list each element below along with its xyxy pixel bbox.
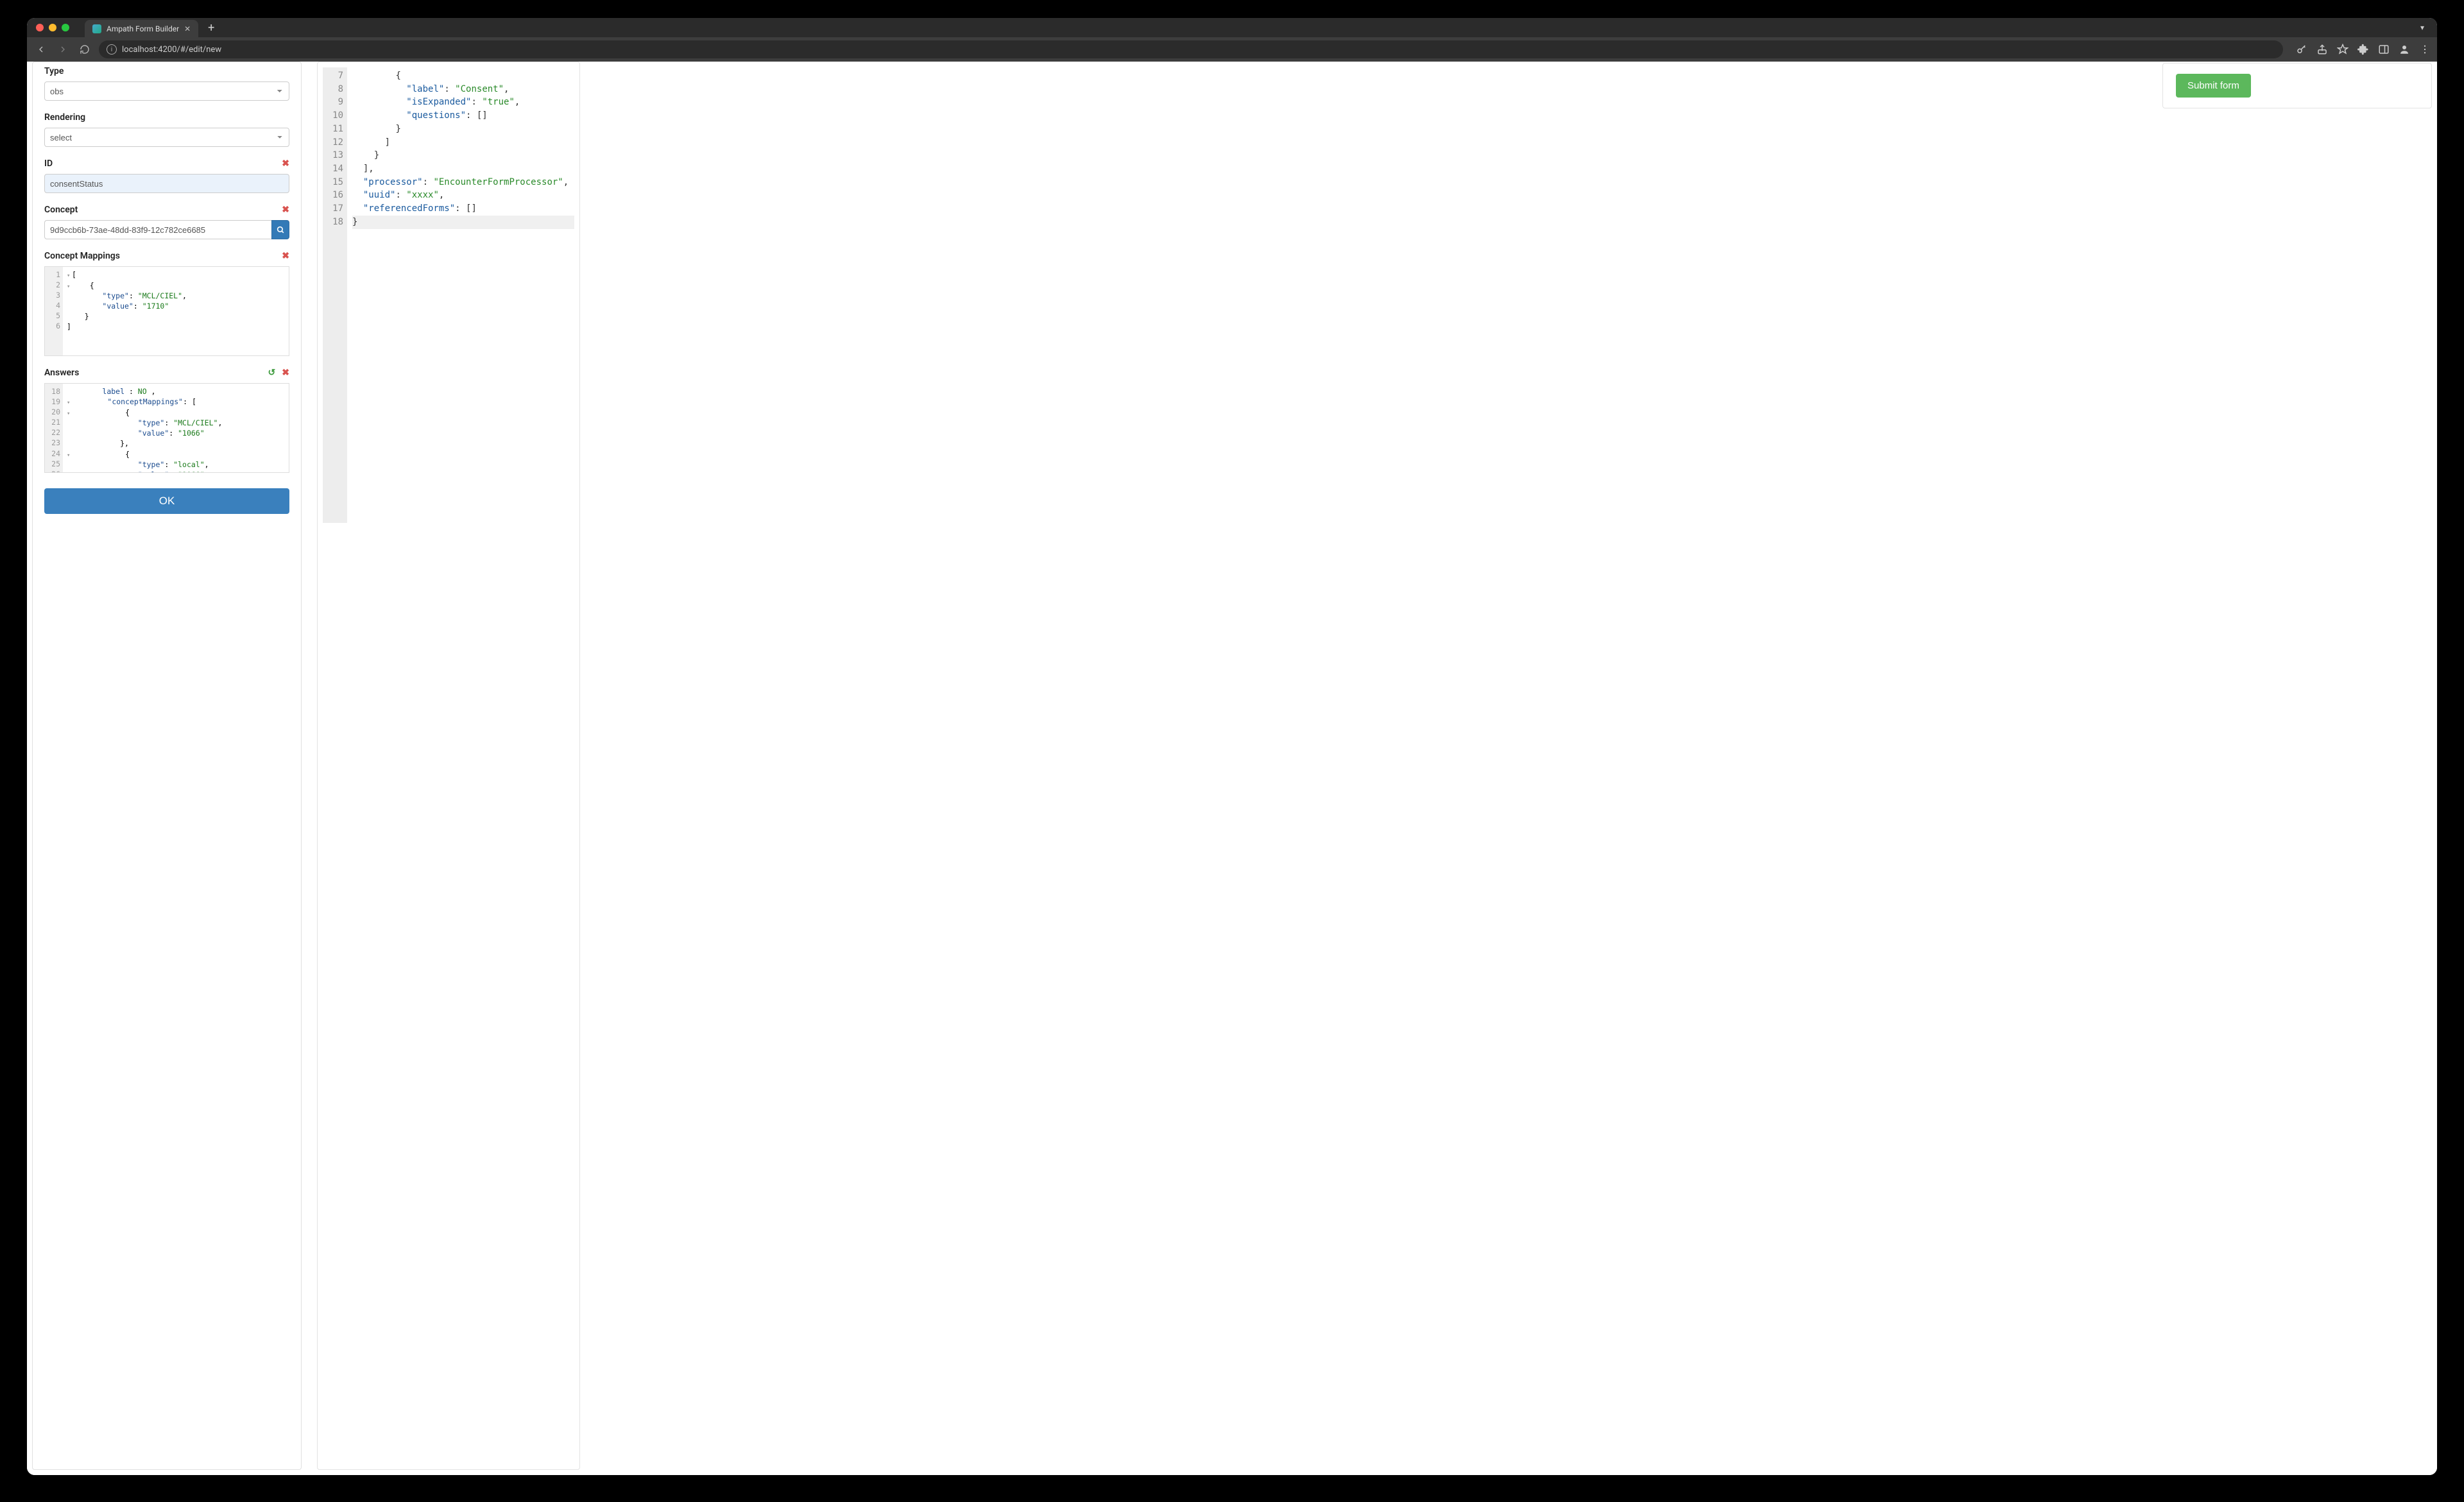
close-window-button[interactable] bbox=[36, 24, 44, 31]
concept-search-button[interactable] bbox=[271, 220, 289, 239]
concept-mappings-code[interactable]: ▾[▾ { "type": "MCL/CIEL", "value": "1710… bbox=[63, 267, 289, 355]
field-answers: Answers ↺ ✖ 18192021222324252627282930 l… bbox=[44, 368, 289, 473]
close-tab-button[interactable]: ✕ bbox=[184, 26, 191, 32]
tab-strip: Ampath Form Builder ✕ + bbox=[85, 18, 219, 37]
favicon-icon bbox=[92, 24, 101, 33]
form-preview-column: Submit form bbox=[2162, 62, 2432, 1470]
browser-window: Ampath Form Builder ✕ + ▾ i localhost:42… bbox=[27, 18, 2437, 1475]
submit-form-button[interactable]: Submit form bbox=[2176, 74, 2251, 98]
field-concept: Concept ✖ bbox=[44, 205, 289, 239]
question-editor-panel: Type obs Rendering select ID ✖ bbox=[32, 62, 302, 1470]
bookmark-icon[interactable] bbox=[2337, 44, 2348, 55]
panel-icon[interactable] bbox=[2378, 44, 2390, 55]
concept-mappings-editor[interactable]: 123456 ▾[▾ { "type": "MCL/CIEL", "value"… bbox=[44, 266, 289, 356]
reload-button[interactable] bbox=[77, 42, 92, 57]
window-controls bbox=[36, 24, 69, 31]
schema-editor-card: 789101112131415161718 { "label": "Consen… bbox=[317, 62, 580, 1470]
code-fill bbox=[347, 231, 574, 523]
gutter-fill bbox=[323, 231, 347, 523]
viewport: Type obs Rendering select ID ✖ bbox=[27, 62, 2437, 1475]
minimize-window-button[interactable] bbox=[49, 24, 56, 31]
form-preview-card: Submit form bbox=[2162, 63, 2432, 108]
id-input[interactable] bbox=[44, 174, 289, 193]
clear-answers-button[interactable]: ✖ bbox=[282, 368, 289, 378]
toolbar: i localhost:4200/#/edit/new bbox=[27, 37, 2437, 62]
concept-label: Concept bbox=[44, 205, 78, 215]
menu-icon[interactable] bbox=[2419, 44, 2431, 55]
editor-gutter: 789101112131415161718 bbox=[323, 67, 347, 231]
field-id: ID ✖ bbox=[44, 158, 289, 193]
clear-concept-mappings-button[interactable]: ✖ bbox=[282, 251, 289, 261]
forward-button[interactable] bbox=[55, 42, 71, 57]
answers-code[interactable]: label : NO ,▾ "conceptMappings": [▾ { "t… bbox=[63, 384, 289, 472]
new-tab-button[interactable]: + bbox=[203, 20, 219, 35]
answers-label: Answers bbox=[44, 368, 79, 378]
editor-fill bbox=[323, 231, 574, 523]
maximize-window-button[interactable] bbox=[62, 24, 69, 31]
share-icon[interactable] bbox=[2316, 44, 2328, 55]
gutter: 123456 bbox=[45, 267, 63, 355]
address-bar[interactable]: i localhost:4200/#/edit/new bbox=[99, 40, 2283, 58]
extensions-icon[interactable] bbox=[2357, 44, 2369, 55]
answers-editor[interactable]: 18192021222324252627282930 label : NO ,▾… bbox=[44, 383, 289, 473]
concept-mappings-label: Concept Mappings bbox=[44, 251, 120, 261]
url-text: localhost:4200/#/edit/new bbox=[122, 45, 221, 55]
gutter: 18192021222324252627282930 bbox=[45, 384, 63, 472]
type-label: Type bbox=[44, 66, 289, 76]
back-button[interactable] bbox=[33, 42, 49, 57]
concept-input[interactable] bbox=[44, 220, 271, 239]
layout: Type obs Rendering select ID ✖ bbox=[27, 62, 2437, 1475]
field-rendering: Rendering select bbox=[44, 112, 289, 147]
editor-source[interactable]: { "label": "Consent", "isExpanded": "tru… bbox=[347, 67, 574, 231]
ok-button[interactable]: OK bbox=[44, 488, 289, 514]
field-concept-mappings: Concept Mappings ✖ 123456 ▾[▾ { "type": … bbox=[44, 251, 289, 356]
tabs-overflow-button[interactable]: ▾ bbox=[2420, 23, 2428, 32]
clear-concept-button[interactable]: ✖ bbox=[282, 205, 289, 215]
titlebar: Ampath Form Builder ✕ + ▾ bbox=[27, 18, 2437, 37]
type-select[interactable]: obs bbox=[44, 81, 289, 101]
profile-icon[interactable] bbox=[2399, 44, 2410, 55]
browser-tab[interactable]: Ampath Form Builder ✕ bbox=[85, 20, 198, 38]
rendering-select[interactable]: select bbox=[44, 128, 289, 147]
schema-json-editor[interactable]: 789101112131415161718 { "label": "Consen… bbox=[323, 67, 574, 231]
tab-title: Ampath Form Builder bbox=[107, 24, 179, 33]
key-icon[interactable] bbox=[2296, 44, 2307, 55]
schema-editor-column: 789101112131415161718 { "label": "Consen… bbox=[317, 62, 2147, 1470]
site-info-icon[interactable]: i bbox=[107, 44, 117, 55]
toolbar-right bbox=[2296, 44, 2431, 55]
field-type: Type obs bbox=[44, 66, 289, 101]
clear-id-button[interactable]: ✖ bbox=[282, 158, 289, 169]
refresh-answers-button[interactable]: ↺ bbox=[268, 368, 276, 378]
id-label: ID bbox=[44, 158, 53, 169]
rendering-label: Rendering bbox=[44, 112, 289, 123]
